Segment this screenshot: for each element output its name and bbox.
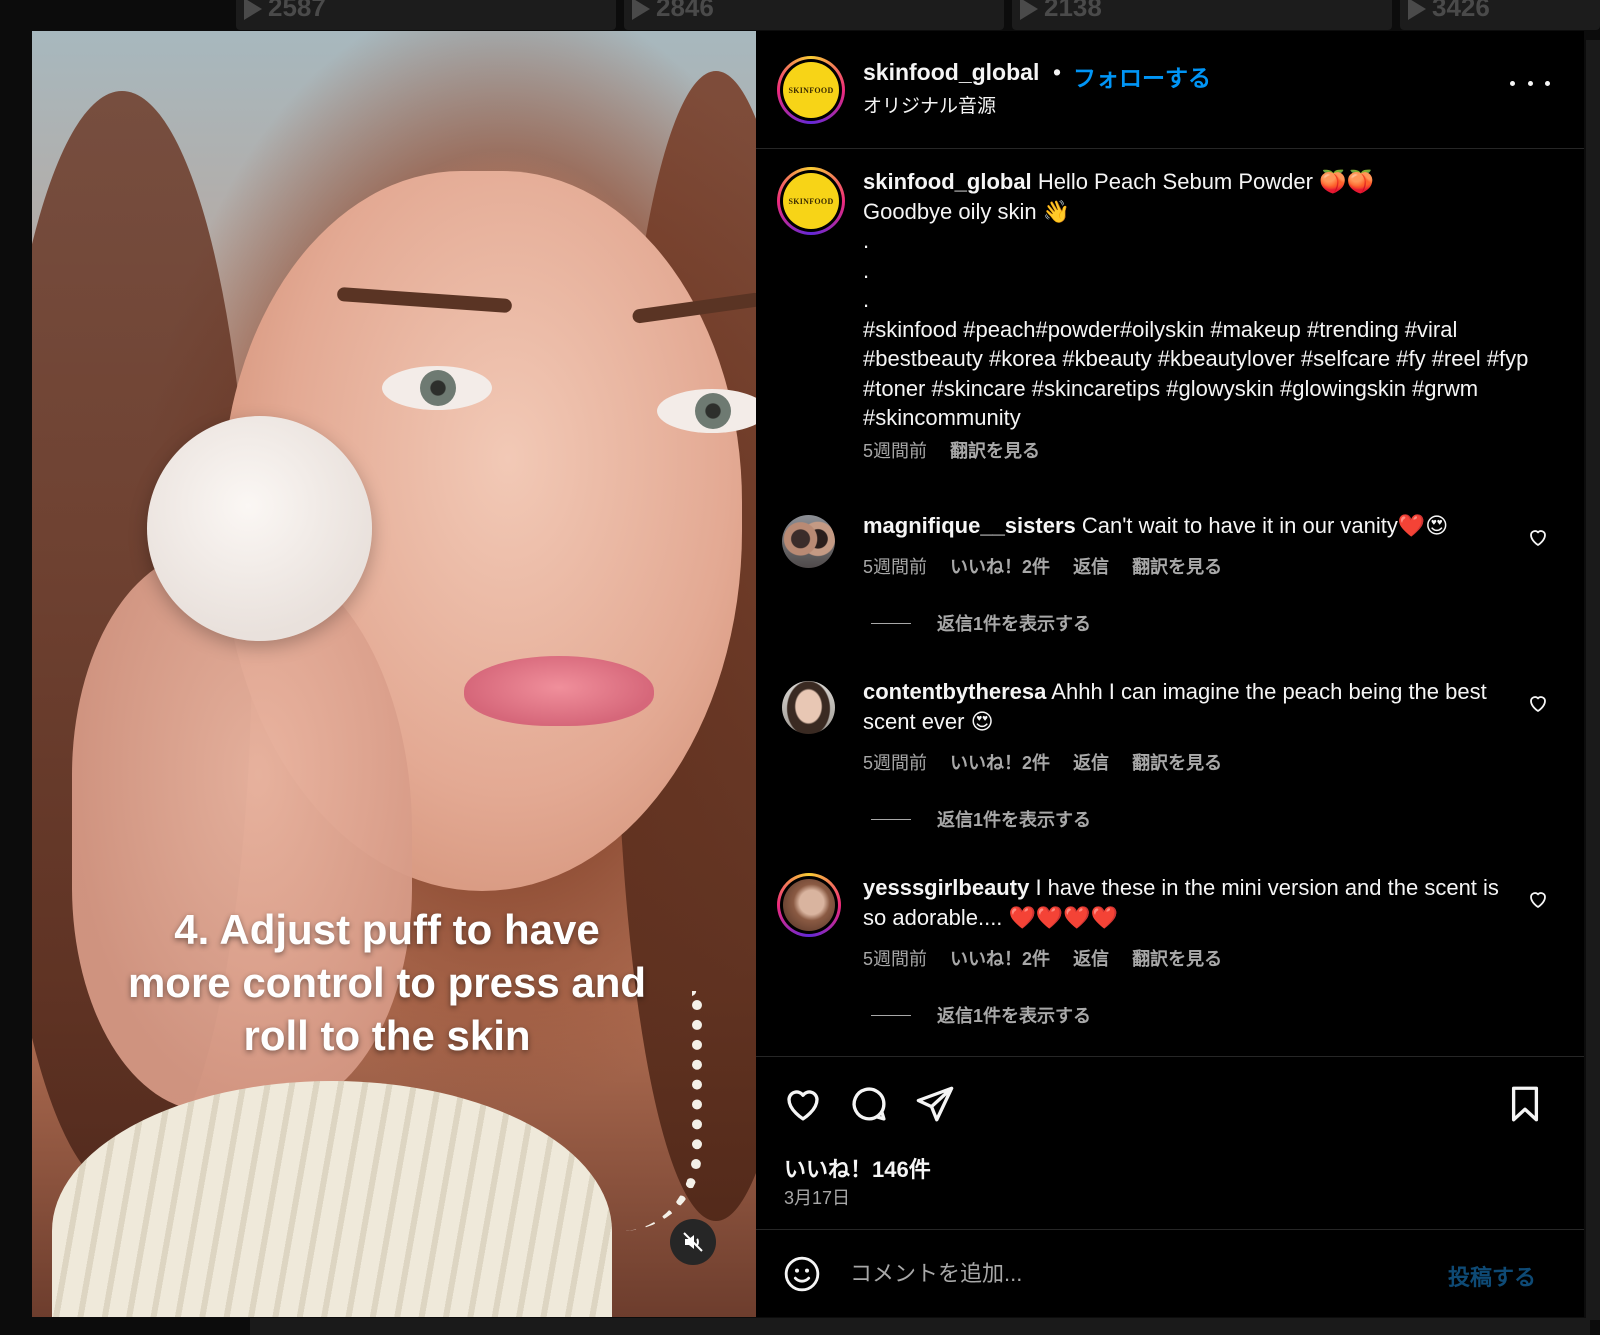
comment-heart-icon[interactable] xyxy=(1526,887,1550,911)
more-options-button[interactable] xyxy=(1510,73,1550,93)
comment-time: 5週間前 xyxy=(863,949,928,969)
post-comment-button[interactable]: 投稿する xyxy=(1448,1260,1536,1292)
caption-line-2: Goodbye oily skin 👋 xyxy=(863,198,1071,224)
view-replies-label: 返信1件を表示する xyxy=(937,810,1092,830)
view-replies-button[interactable]: 返信1件を表示する xyxy=(871,1002,1091,1028)
reply-button[interactable]: 返信 xyxy=(1073,557,1109,577)
translate-link[interactable]: 翻訳を見る xyxy=(950,441,1040,461)
post-caption: skinfood_global Hello Peach Sebum Powder… xyxy=(863,167,1543,466)
comment-time: 5週間前 xyxy=(863,557,928,577)
background-strip xyxy=(250,1318,1590,1335)
eye-right xyxy=(657,389,756,433)
play-icon xyxy=(244,0,262,20)
comment-username[interactable]: contentbytheresa xyxy=(863,679,1046,704)
translate-link[interactable]: 翻訳を見る xyxy=(1132,753,1222,773)
comment-text: yesssgirlbeauty I have these in the mini… xyxy=(863,873,1503,932)
view-count: 2587 xyxy=(268,0,326,22)
view-count: 3426 xyxy=(1432,0,1490,22)
follow-button[interactable]: フォローする xyxy=(1073,59,1211,93)
separator-dot: • xyxy=(1053,59,1062,85)
caption-hashtags[interactable]: #skinfood #peach#powder#oilyskin #makeup… xyxy=(863,315,1543,433)
caption-dot: . xyxy=(863,287,870,312)
background-reel-tile: 2138 xyxy=(1012,0,1392,30)
post-date: 3月17日 xyxy=(784,1188,851,1208)
play-icon xyxy=(632,0,650,20)
video-caption: 4. Adjust puff to have more control to p… xyxy=(127,906,647,1059)
header-username[interactable]: skinfood_global xyxy=(863,59,1039,86)
caption-avatar[interactable]: SKINFOOD xyxy=(777,167,845,235)
comment-likes[interactable]: いいね！2件 xyxy=(950,753,1050,773)
caption-time: 5週間前 xyxy=(863,440,928,461)
comment-username[interactable]: magnifique__sisters xyxy=(863,513,1076,538)
reply-button[interactable]: 返信 xyxy=(1073,753,1109,773)
caption-username[interactable]: skinfood_global xyxy=(863,169,1032,194)
logo-text: SKINFOOD xyxy=(788,196,834,206)
caption-line-1: Hello Peach Sebum Powder 🍑🍑 xyxy=(1037,169,1374,194)
comment-heart-icon[interactable] xyxy=(1526,525,1550,549)
play-icon xyxy=(1408,0,1426,20)
comment-meta: 5週間前 いいね！2件 返信 翻訳を見る xyxy=(863,553,1240,579)
background-reel-tile: 3426 xyxy=(1400,0,1600,30)
replies-line xyxy=(871,818,911,820)
powder-puff xyxy=(147,416,372,641)
comment-text: magnifique__sisters Can't wait to have i… xyxy=(863,511,1503,541)
likes-count[interactable]: いいね！146件 xyxy=(784,1152,931,1184)
avatar[interactable]: SKINFOOD xyxy=(777,56,845,124)
background-reel-tile: 2846 xyxy=(624,0,1004,30)
lips xyxy=(464,656,654,726)
audio-label[interactable]: オリジナル音源 xyxy=(863,91,996,118)
replies-line xyxy=(871,1014,911,1016)
post-header: SKINFOOD skinfood_global • フォローする オリジナル音… xyxy=(756,31,1584,149)
caption-dot: . xyxy=(863,228,870,253)
heart-icon[interactable] xyxy=(782,1083,824,1125)
view-replies-label: 返信1件を表示する xyxy=(937,1006,1092,1026)
comment-avatar[interactable] xyxy=(777,873,841,937)
comment-likes[interactable]: いいね！2件 xyxy=(950,557,1050,577)
play-icon xyxy=(1020,0,1038,20)
view-count: 2138 xyxy=(1044,0,1102,22)
caption-meta: 5週間前 翻訳を見る xyxy=(863,437,1543,467)
comment-heart-icon[interactable] xyxy=(1526,691,1550,715)
post-actions: いいね！146件 3月17日 xyxy=(756,1056,1584,1208)
comment-avatar[interactable] xyxy=(782,515,835,568)
view-replies-label: 返信1件を表示する xyxy=(937,614,1092,634)
background-strip xyxy=(1586,40,1600,1320)
background-reel-tile: 2587 xyxy=(236,0,616,30)
smiley-icon[interactable] xyxy=(782,1254,822,1294)
comment-composer: 投稿する xyxy=(756,1229,1584,1318)
post-panel: SKINFOOD skinfood_global • フォローする オリジナル音… xyxy=(756,31,1584,1317)
comment-input[interactable] xyxy=(850,1256,1410,1292)
reply-button[interactable]: 返信 xyxy=(1073,949,1109,969)
logo-text: SKINFOOD xyxy=(788,85,834,95)
avatar-photo xyxy=(783,879,835,931)
reel-video[interactable]: 4. Adjust puff to have more control to p… xyxy=(32,31,756,1317)
comments-section[interactable]: SKINFOOD skinfood_global Hello Peach Seb… xyxy=(756,149,1584,1054)
replies-line xyxy=(871,622,911,624)
comment-text: contentbytheresa Ahhh I can imagine the … xyxy=(863,677,1503,736)
translate-link[interactable]: 翻訳を見る xyxy=(1132,949,1222,969)
comment-username[interactable]: yesssgirlbeauty xyxy=(863,875,1029,900)
comment-likes[interactable]: いいね！2件 xyxy=(950,949,1050,969)
comment-time: 5週間前 xyxy=(863,753,928,773)
view-replies-button[interactable]: 返信1件を表示する xyxy=(871,806,1091,832)
brand-logo: SKINFOOD xyxy=(783,62,839,118)
comment-meta: 5週間前 いいね！2件 返信 翻訳を見る xyxy=(863,749,1240,775)
view-replies-button[interactable]: 返信1件を表示する xyxy=(871,610,1091,636)
eye-left xyxy=(382,366,492,410)
comment-bubble-icon[interactable] xyxy=(848,1083,890,1125)
speaker-muted-icon xyxy=(683,1232,703,1252)
comment-meta: 5週間前 いいね！2件 返信 翻訳を見る xyxy=(863,945,1240,971)
more-horizontal-icon xyxy=(1510,80,1515,86)
translate-link[interactable]: 翻訳を見る xyxy=(1132,557,1222,577)
caption-dot: . xyxy=(863,257,870,283)
comment-avatar[interactable] xyxy=(782,681,835,734)
brand-logo: SKINFOOD xyxy=(783,173,839,229)
view-count: 2846 xyxy=(656,0,714,22)
mute-button[interactable] xyxy=(670,1219,716,1265)
paper-plane-icon[interactable] xyxy=(914,1083,956,1125)
comment-body: Can't wait to have it in our vanity❤️😍 xyxy=(1081,513,1449,538)
bookmark-icon[interactable] xyxy=(1504,1083,1546,1125)
